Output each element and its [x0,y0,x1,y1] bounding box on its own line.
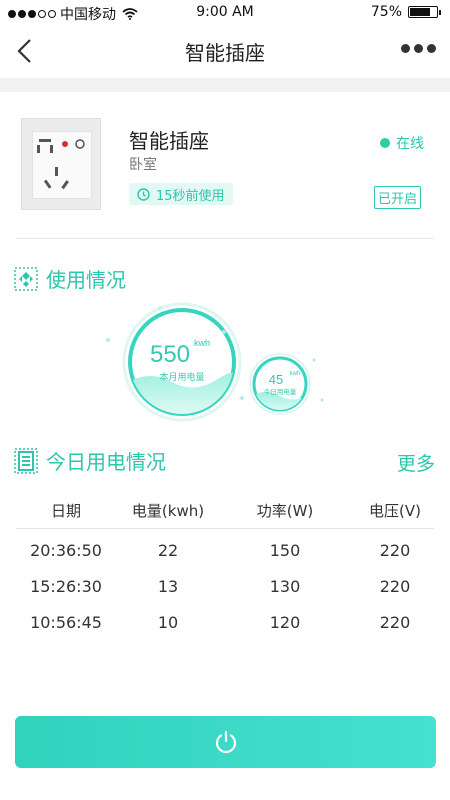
power-toggle-button[interactable] [15,716,436,768]
online-dot-icon [380,138,390,148]
month-usage-value: 550 [150,341,190,368]
battery-status: 75% [370,4,441,20]
socket-image [21,118,101,210]
today-usage-value: 45 [269,372,283,387]
device-name: 智能插座 [129,129,209,153]
month-usage-label: 本月用电量 [159,371,204,383]
table-cell-energy: 22 [157,541,179,560]
clock-icon [137,187,150,201]
table-header-divider [16,528,434,529]
switch-state-badge: 已开启 [374,186,422,209]
power-icon [215,730,236,754]
more-link[interactable]: 更多 [397,449,435,476]
usage-section-title: 使用情况 [46,268,126,292]
month-usage-unit: kwh [194,338,210,348]
document-icon [14,447,38,474]
table-cell-energy: 10 [157,613,179,632]
last-used-text: 15秒前使用 [156,188,225,204]
battery-icon [408,6,441,18]
table-cell-energy: 13 [157,577,179,596]
today-section-title: 今日用电情况 [46,450,166,474]
table-cell-power: 120 [269,613,301,632]
online-label: 在线 [396,136,424,152]
online-status: 在线 [380,133,424,153]
table-cell-voltage: 220 [379,613,411,632]
table-cell-power: 150 [269,541,301,560]
battery-percent: 75% [370,4,402,20]
section-divider-bar [0,78,450,92]
today-usage-unit: kwh [290,371,301,377]
divider [16,238,434,239]
table-cell-voltage: 220 [379,541,411,560]
page-title: 智能插座 [185,41,265,65]
column-header-voltage: 电压(V) [369,502,421,520]
column-header-power: 功率(W) [256,502,314,520]
last-used-tag: 15秒前使用 [129,183,233,205]
device-room: 卧室 [129,157,157,173]
table-cell-time: 10:56:45 [30,613,102,632]
status-bar: 中国移动 9:00 AM 75% [0,0,450,26]
table-cell-power: 130 [269,577,301,596]
table-cell-time: 15:26:30 [30,577,102,596]
column-header-energy: 电量(kwh) [131,502,205,520]
usage-circles: 550 kwh 本月用电量 45 kwh 今日用电量 [106,302,324,422]
usage-section-header: 使用情况 [14,264,126,293]
table-cell-voltage: 220 [379,577,411,596]
today-usage-label: 今日用电量 [264,387,297,396]
usage-icon [14,266,38,291]
column-header-date: 日期 [50,502,81,520]
nav-bar: 智能插座 [0,26,450,76]
more-dots-icon[interactable] [401,44,436,53]
table-cell-time: 20:36:50 [30,541,102,560]
today-section-header: 今日用电情况 [14,446,166,475]
